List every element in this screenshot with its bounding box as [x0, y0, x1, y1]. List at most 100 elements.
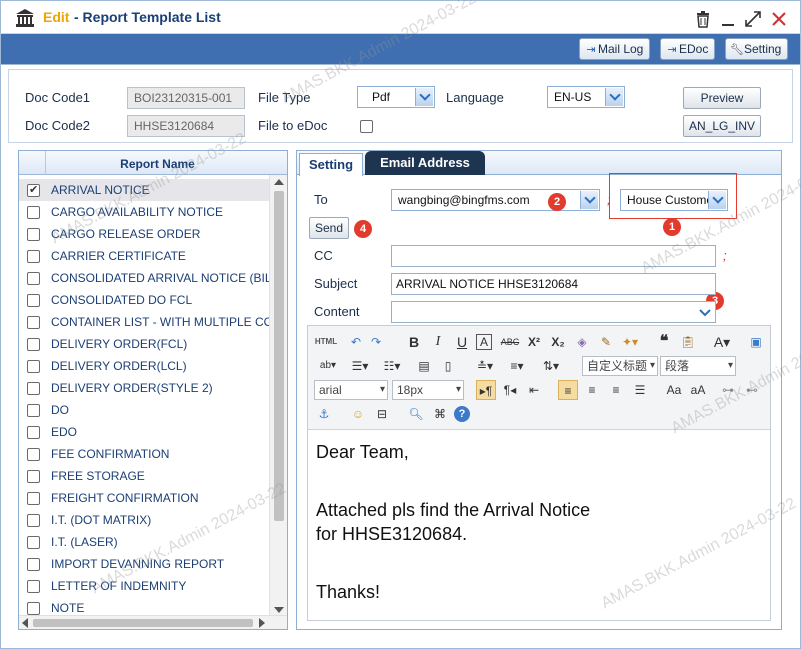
unlink-icon[interactable]: ⊷	[742, 380, 762, 400]
lowercase-icon[interactable]: aA	[688, 380, 708, 400]
report-checkbox[interactable]	[27, 514, 40, 527]
list-item[interactable]: CARGO RELEASE ORDER	[19, 223, 269, 245]
rtl-icon[interactable]: ¶◂	[500, 380, 520, 400]
subject-input[interactable]: ARRIVAL NOTICE HHSE3120684	[391, 273, 716, 295]
report-name-header[interactable]: Report Name	[45, 151, 269, 175]
report-checkbox[interactable]	[27, 228, 40, 241]
uppercase-icon[interactable]: Aa	[664, 380, 684, 400]
send-button[interactable]: Send	[309, 217, 349, 239]
report-checkbox[interactable]	[27, 580, 40, 593]
list-item[interactable]: I.T. (LASER)	[19, 531, 269, 553]
setting-button[interactable]: 🔧︎Setting	[725, 38, 789, 60]
tab-email-address[interactable]: Email Address	[365, 151, 485, 175]
underline-icon[interactable]: U	[452, 332, 472, 352]
italic-icon[interactable]: I	[428, 332, 448, 352]
paragraph-spacing-icon[interactable]: ≡▾	[504, 356, 530, 376]
scroll-up-icon[interactable]	[274, 179, 284, 185]
list-item[interactable]: LETTER OF INDEMNITY	[19, 575, 269, 597]
undo-icon[interactable]: ↶	[346, 332, 366, 352]
tab-setting[interactable]: Setting	[299, 153, 363, 176]
list-item[interactable]: DO	[19, 399, 269, 421]
redo-icon[interactable]: ↷	[366, 332, 386, 352]
preview-button[interactable]: Preview	[683, 87, 761, 109]
file-type-select[interactable]: Pdf	[357, 86, 435, 108]
trash-icon[interactable]	[694, 10, 712, 28]
report-checkbox[interactable]	[27, 492, 40, 505]
fullscreen-icon[interactable]: ▣	[746, 332, 766, 352]
report-checkbox[interactable]	[27, 558, 40, 571]
align-right-icon[interactable]: ≡	[606, 380, 626, 400]
find-replace-icon[interactable]: ⌘	[430, 404, 450, 424]
ordered-list-icon[interactable]: ☰▾	[348, 356, 372, 376]
template-code-button[interactable]: AN_LG_INV	[683, 115, 761, 137]
editor-body[interactable]: Dear Team, Attached pls find the Arrival…	[308, 430, 770, 620]
align-justify-icon[interactable]: ☰	[630, 380, 650, 400]
report-checkbox[interactable]	[27, 272, 40, 285]
magic-wand-icon[interactable]: ✦▾	[620, 332, 640, 352]
link-icon[interactable]: ⊶	[718, 380, 738, 400]
ltr-icon[interactable]: ▸¶	[476, 380, 496, 400]
font-border-icon[interactable]: A	[476, 334, 492, 350]
list-item[interactable]: EDO	[19, 421, 269, 443]
report-checkbox[interactable]	[27, 426, 40, 439]
close-icon[interactable]	[770, 10, 788, 28]
report-checkbox[interactable]	[27, 206, 40, 219]
report-checkbox[interactable]	[27, 183, 40, 197]
report-checkbox[interactable]	[27, 602, 40, 615]
list-item[interactable]: FREIGHT CONFIRMATION	[19, 487, 269, 509]
cc-input[interactable]	[391, 245, 716, 267]
unordered-list-icon[interactable]: ☷▾	[380, 356, 404, 376]
list-item[interactable]: CARGO AVAILABILITY NOTICE	[19, 201, 269, 223]
list-item[interactable]: DELIVERY ORDER(LCL)	[19, 355, 269, 377]
report-checkbox[interactable]	[27, 382, 40, 395]
report-checkbox[interactable]	[27, 250, 40, 263]
list-item[interactable]: DELIVERY ORDER(FCL)	[19, 333, 269, 355]
report-checkbox[interactable]	[27, 294, 40, 307]
outdent-icon[interactable]: ⇤	[524, 380, 544, 400]
font-color-icon[interactable]: A▾	[712, 332, 732, 352]
style-select[interactable]: 自定义标题	[582, 356, 658, 376]
font-size-select[interactable]: 18px	[392, 380, 464, 400]
chevron-down-icon[interactable]	[699, 309, 711, 317]
scrollbar-thumb[interactable]	[274, 191, 284, 521]
report-checkbox[interactable]	[27, 338, 40, 351]
paste-icon[interactable]: 📋︎	[678, 332, 698, 352]
scroll-right-icon[interactable]	[259, 618, 265, 628]
file-to-edoc-checkbox[interactable]	[360, 120, 373, 133]
scroll-down-icon[interactable]	[274, 607, 284, 613]
list-item[interactable]: CARRIER CERTIFICATE	[19, 245, 269, 267]
chevron-down-icon[interactable]	[580, 191, 598, 209]
scroll-left-icon[interactable]	[22, 618, 28, 628]
edoc-button[interactable]: ⇥ EDoc	[660, 38, 716, 60]
superscript-icon[interactable]: X²	[524, 332, 544, 352]
font-family-select[interactable]: arial	[314, 380, 388, 400]
scrollbar-thumb[interactable]	[33, 619, 253, 627]
list-item[interactable]: CONSOLIDATED DO FCL	[19, 289, 269, 311]
indent-icon[interactable]: ⇅▾	[538, 356, 564, 376]
content-template-select[interactable]	[391, 301, 716, 323]
quote-icon[interactable]: ❝	[654, 332, 674, 352]
list-item[interactable]: DELIVERY ORDER(STYLE 2)	[19, 377, 269, 399]
bold-icon[interactable]: B	[404, 332, 424, 352]
horizontal-scrollbar[interactable]	[19, 615, 287, 629]
maximize-icon[interactable]	[744, 10, 762, 28]
list-item[interactable]: FREE STORAGE	[19, 465, 269, 487]
list-item[interactable]: CONTAINER LIST - WITH MULTIPLE CO	[19, 311, 269, 333]
chevron-down-icon[interactable]	[605, 88, 623, 106]
align-center-icon[interactable]: ≡	[582, 380, 602, 400]
insert-image-icon[interactable]: ▤	[414, 356, 434, 376]
list-item[interactable]: ARRIVAL NOTICE	[19, 179, 269, 201]
list-item[interactable]: IMPORT DEVANNING REPORT	[19, 553, 269, 575]
vertical-scrollbar[interactable]	[269, 175, 287, 617]
format-brush-icon[interactable]: ✎	[596, 332, 616, 352]
minimize-icon[interactable]	[719, 10, 737, 28]
paragraph-select[interactable]: 段落	[660, 356, 736, 376]
report-checkbox[interactable]	[27, 448, 40, 461]
chevron-down-icon[interactable]	[415, 88, 433, 106]
anchor-icon[interactable]: ⚓︎	[314, 404, 334, 424]
document-icon[interactable]: ▯	[438, 356, 458, 376]
report-checkbox[interactable]	[27, 470, 40, 483]
eraser-icon[interactable]: ◈	[572, 332, 592, 352]
report-checkbox[interactable]	[27, 316, 40, 329]
html-source-button[interactable]: HTML	[314, 332, 338, 352]
